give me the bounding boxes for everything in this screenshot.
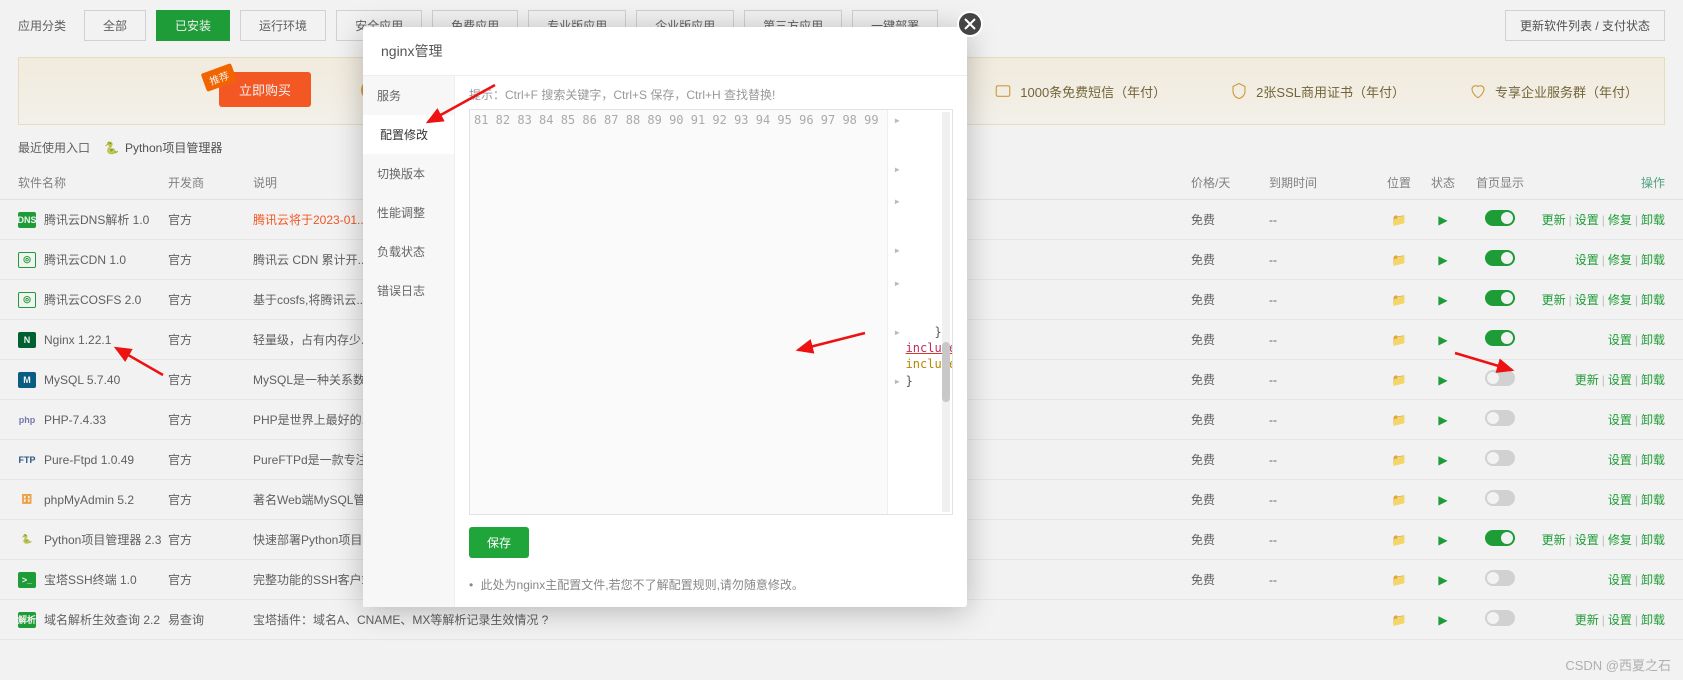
watermark: CSDN @西夏之石 xyxy=(1565,655,1671,674)
side-tab-3[interactable]: 性能调整 xyxy=(363,193,454,232)
side-tab-4[interactable]: 负载状态 xyxy=(363,232,454,271)
close-icon xyxy=(964,18,976,30)
nginx-modal: nginx管理 服务配置修改切换版本性能调整负载状态错误日志 提示：Ctrl+F… xyxy=(363,27,967,607)
side-tab-2[interactable]: 切换版本 xyxy=(363,154,454,193)
modal-title: nginx管理 xyxy=(363,27,967,76)
config-note: 此处为nginx主配置文件,若您不了解配置规则,请勿随意修改。 xyxy=(469,576,953,593)
editor-scrollbar[interactable] xyxy=(942,112,950,512)
config-editor[interactable]: 81 82 83 84 85 86 87 88 89 90 91 92 93 9… xyxy=(469,109,953,515)
editor-hint: 提示：Ctrl+F 搜索关键字，Ctrl+S 保存，Ctrl+H 查找替换! xyxy=(469,86,953,103)
side-tab-1[interactable]: 配置修改 xyxy=(363,115,454,154)
save-button[interactable]: 保存 xyxy=(469,527,529,558)
modal-close-button[interactable] xyxy=(957,11,983,37)
modal-side-tabs: 服务配置修改切换版本性能调整负载状态错误日志 xyxy=(363,76,455,607)
side-tab-0[interactable]: 服务 xyxy=(363,76,454,115)
side-tab-5[interactable]: 错误日志 xyxy=(363,271,454,310)
